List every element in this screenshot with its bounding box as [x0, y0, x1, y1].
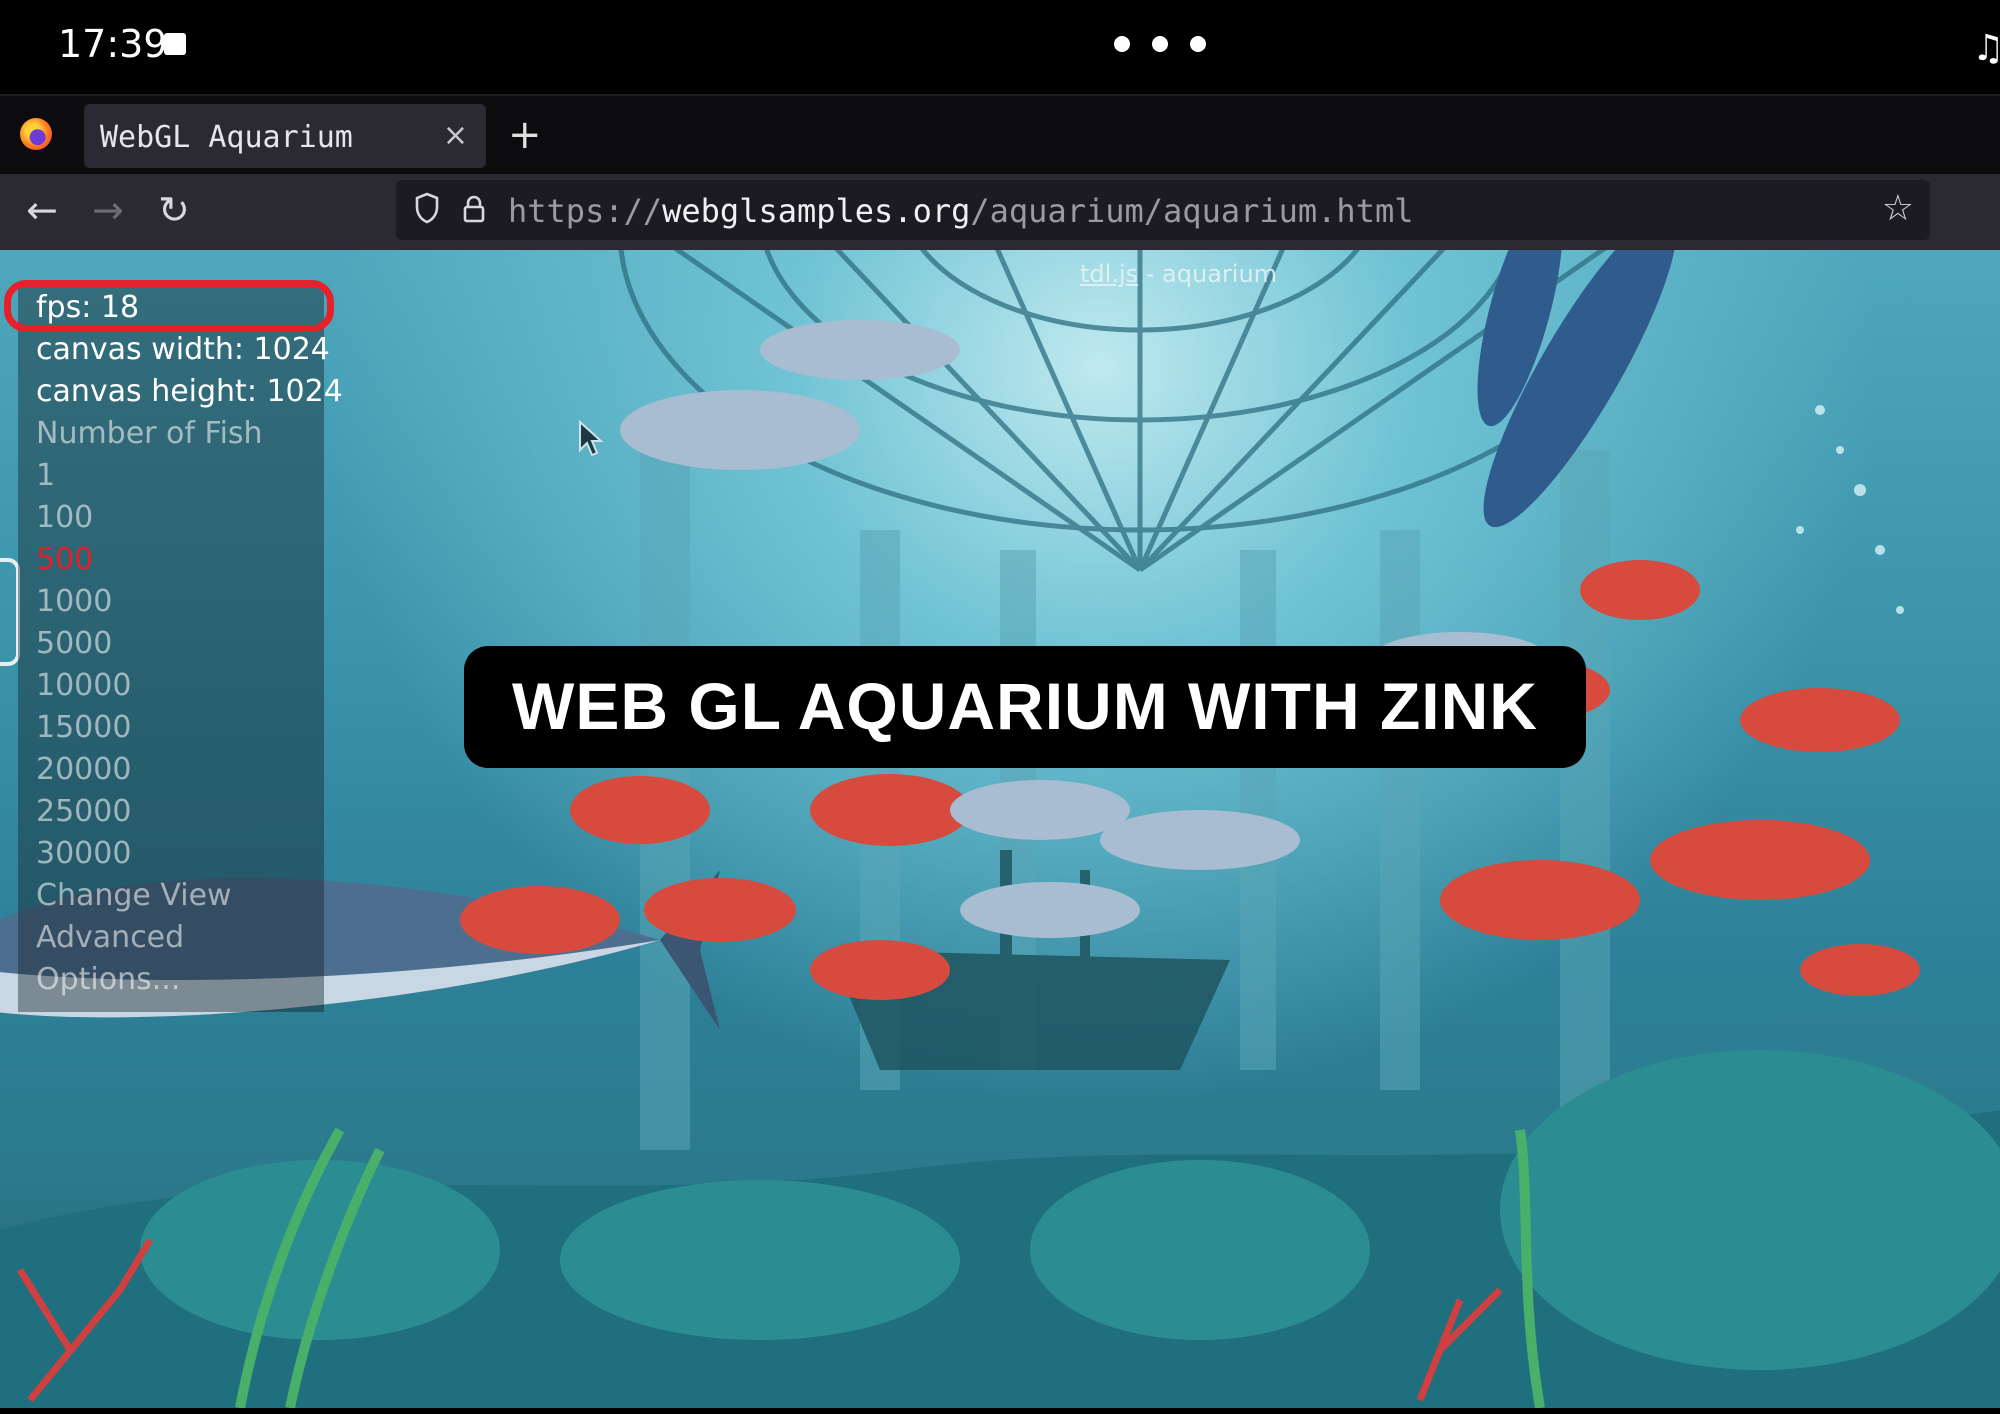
tab-webgl-aquarium[interactable]: WebGL Aquarium × — [84, 104, 486, 168]
number-of-fish-label: Number of Fish — [36, 416, 263, 451]
system-status-bar: 17:39 ♫ — [0, 0, 2000, 94]
shield-icon[interactable] — [414, 192, 440, 224]
new-tab-button[interactable]: + — [508, 112, 542, 158]
bottom-strip — [0, 1408, 2000, 1414]
browser-nav-bar: ← → ↻ https://webglsamples.org/aquarium/… — [0, 174, 2000, 250]
bookmark-star-icon[interactable]: ☆ — [1882, 188, 1914, 229]
tdl-credit: tdl.js - aquarium — [1080, 260, 1277, 288]
advanced-button[interactable]: Advanced — [36, 920, 184, 955]
overlay-caption-text: WEB GL AQUARIUM WITH ZINK — [512, 669, 1538, 743]
credit-text: - aquarium — [1138, 260, 1278, 288]
firefox-logo-icon[interactable] — [20, 118, 52, 150]
back-button[interactable]: ← — [26, 188, 58, 232]
side-handle-icon[interactable] — [0, 558, 20, 666]
more-dots-icon[interactable] — [1114, 36, 1228, 56]
fish-option-15000[interactable]: 15000 — [36, 710, 131, 745]
clock-time: 17:39 — [58, 22, 168, 66]
url-scheme: https:// — [508, 192, 663, 230]
close-tab-icon[interactable]: × — [443, 118, 468, 153]
canvas-height-readout: canvas height: 1024 — [36, 374, 343, 409]
url-text[interactable]: https://webglsamples.org/aquarium/aquari… — [508, 192, 1413, 230]
fish-option-500[interactable]: 500 — [36, 542, 93, 577]
media-note-icon: ♫ — [1972, 28, 2000, 69]
fps-readout: fps: 18 — [36, 290, 140, 325]
fish-option-1000[interactable]: 1000 — [36, 584, 112, 619]
options-button[interactable]: Options... — [36, 962, 180, 997]
mouse-cursor-icon — [579, 420, 604, 457]
forward-button[interactable]: → — [92, 188, 124, 232]
bubbles — [1796, 405, 1904, 614]
canvas-width-readout: canvas width: 1024 — [36, 332, 330, 367]
lock-icon[interactable] — [462, 194, 486, 224]
fish-option-1[interactable]: 1 — [36, 458, 55, 493]
tdl-link[interactable]: tdl.js — [1080, 260, 1138, 288]
webgl-canvas-viewport[interactable]: tdl.js - aquarium fps: 18 canvas width: … — [0, 250, 2000, 1408]
fish-option-10000[interactable]: 10000 — [36, 668, 131, 703]
tab-title: WebGL Aquarium — [100, 120, 353, 155]
browser-tab-bar: WebGL Aquarium × + — [0, 94, 2000, 176]
overlay-caption: WEB GL AQUARIUM WITH ZINK — [464, 646, 1586, 768]
url-host: webglsamples.org — [662, 192, 971, 230]
change-view-button[interactable]: Change View — [36, 878, 232, 913]
fish-option-25000[interactable]: 25000 — [36, 794, 131, 829]
reload-button[interactable]: ↻ — [158, 188, 190, 232]
url-path: /aquarium/aquarium.html — [970, 192, 1414, 230]
fish-option-30000[interactable]: 30000 — [36, 836, 131, 871]
url-bar[interactable]: https://webglsamples.org/aquarium/aquari… — [396, 180, 1930, 240]
notification-icon — [164, 33, 186, 55]
fish-option-20000[interactable]: 20000 — [36, 752, 131, 787]
fish-option-5000[interactable]: 5000 — [36, 626, 112, 661]
fish-option-100[interactable]: 100 — [36, 500, 93, 535]
